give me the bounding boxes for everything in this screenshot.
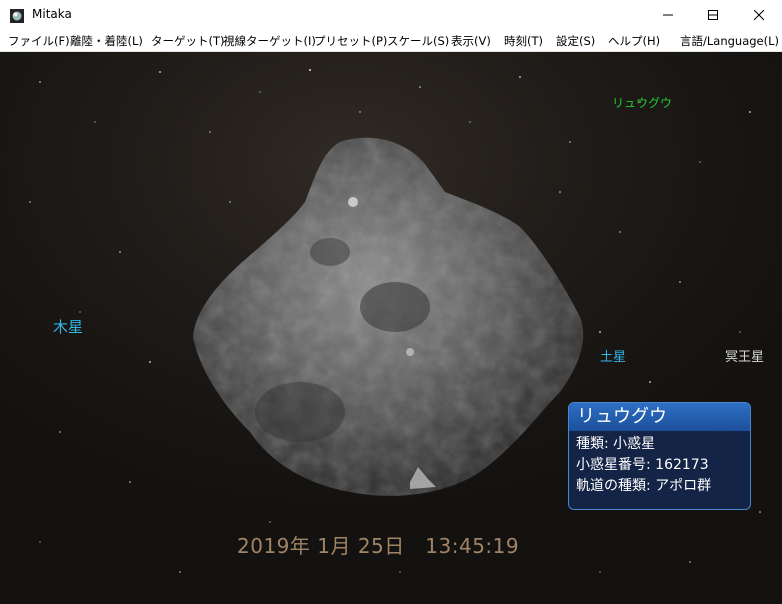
- info-type: 種類: 小惑星: [576, 436, 656, 452]
- info-number: 小惑星番号: 162173: [576, 457, 709, 473]
- menu-takeoff-landing[interactable]: 離陸・着陸(L): [70, 33, 143, 49]
- menu-help[interactable]: ヘルプ(H): [608, 33, 660, 49]
- jupiter-label[interactable]: 木星: [53, 316, 83, 337]
- object-info-panel: リュウグウ 種類: 小惑星 小惑星番号: 162173 軌道の種類: アポロ群: [568, 402, 751, 510]
- menu-language[interactable]: 言語/Language(L): [680, 33, 779, 49]
- minimize-icon: [663, 14, 673, 16]
- info-panel-title: リュウグウ: [569, 403, 750, 431]
- minimize-button-real[interactable]: [645, 0, 691, 30]
- menu-file[interactable]: ファイル(F): [8, 33, 70, 49]
- saturn-label[interactable]: 土星: [600, 346, 626, 365]
- maximize-button[interactable]: [690, 0, 736, 30]
- menu-scale[interactable]: スケール(S): [387, 33, 449, 49]
- maximize-icon: [708, 10, 718, 20]
- title-bar: Mitaka: [0, 0, 782, 30]
- info-orbit: 軌道の種類: アポロ群: [576, 478, 712, 494]
- menu-time[interactable]: 時刻(T): [504, 33, 543, 49]
- menu-preset[interactable]: プリセット(P): [314, 33, 387, 49]
- close-icon: [754, 10, 764, 20]
- menu-target[interactable]: ターゲット(T): [151, 33, 225, 49]
- close-button[interactable]: [736, 0, 782, 30]
- window-title: Mitaka: [32, 7, 72, 21]
- space-viewport[interactable]: リュウグウ 木星 土星 冥王星 リュウグウ 種類: 小惑星 小惑星番号: 162…: [0, 52, 782, 604]
- ryugu-label[interactable]: リュウグウ: [612, 94, 672, 111]
- menu-view-target[interactable]: 視線ターゲット(I): [223, 33, 316, 49]
- menu-settings[interactable]: 設定(S): [556, 33, 595, 49]
- space-scene: [0, 52, 782, 604]
- mitaka-app-icon: [10, 8, 24, 23]
- pluto-label[interactable]: 冥王星: [725, 346, 764, 365]
- menu-bar: ファイル(F) 離陸・着陸(L) ターゲット(T) 視線ターゲット(I) プリセ…: [0, 30, 782, 52]
- menu-view[interactable]: 表示(V): [451, 33, 491, 49]
- datetime-display: 2019年 1月 25日 13:45:19: [237, 534, 520, 558]
